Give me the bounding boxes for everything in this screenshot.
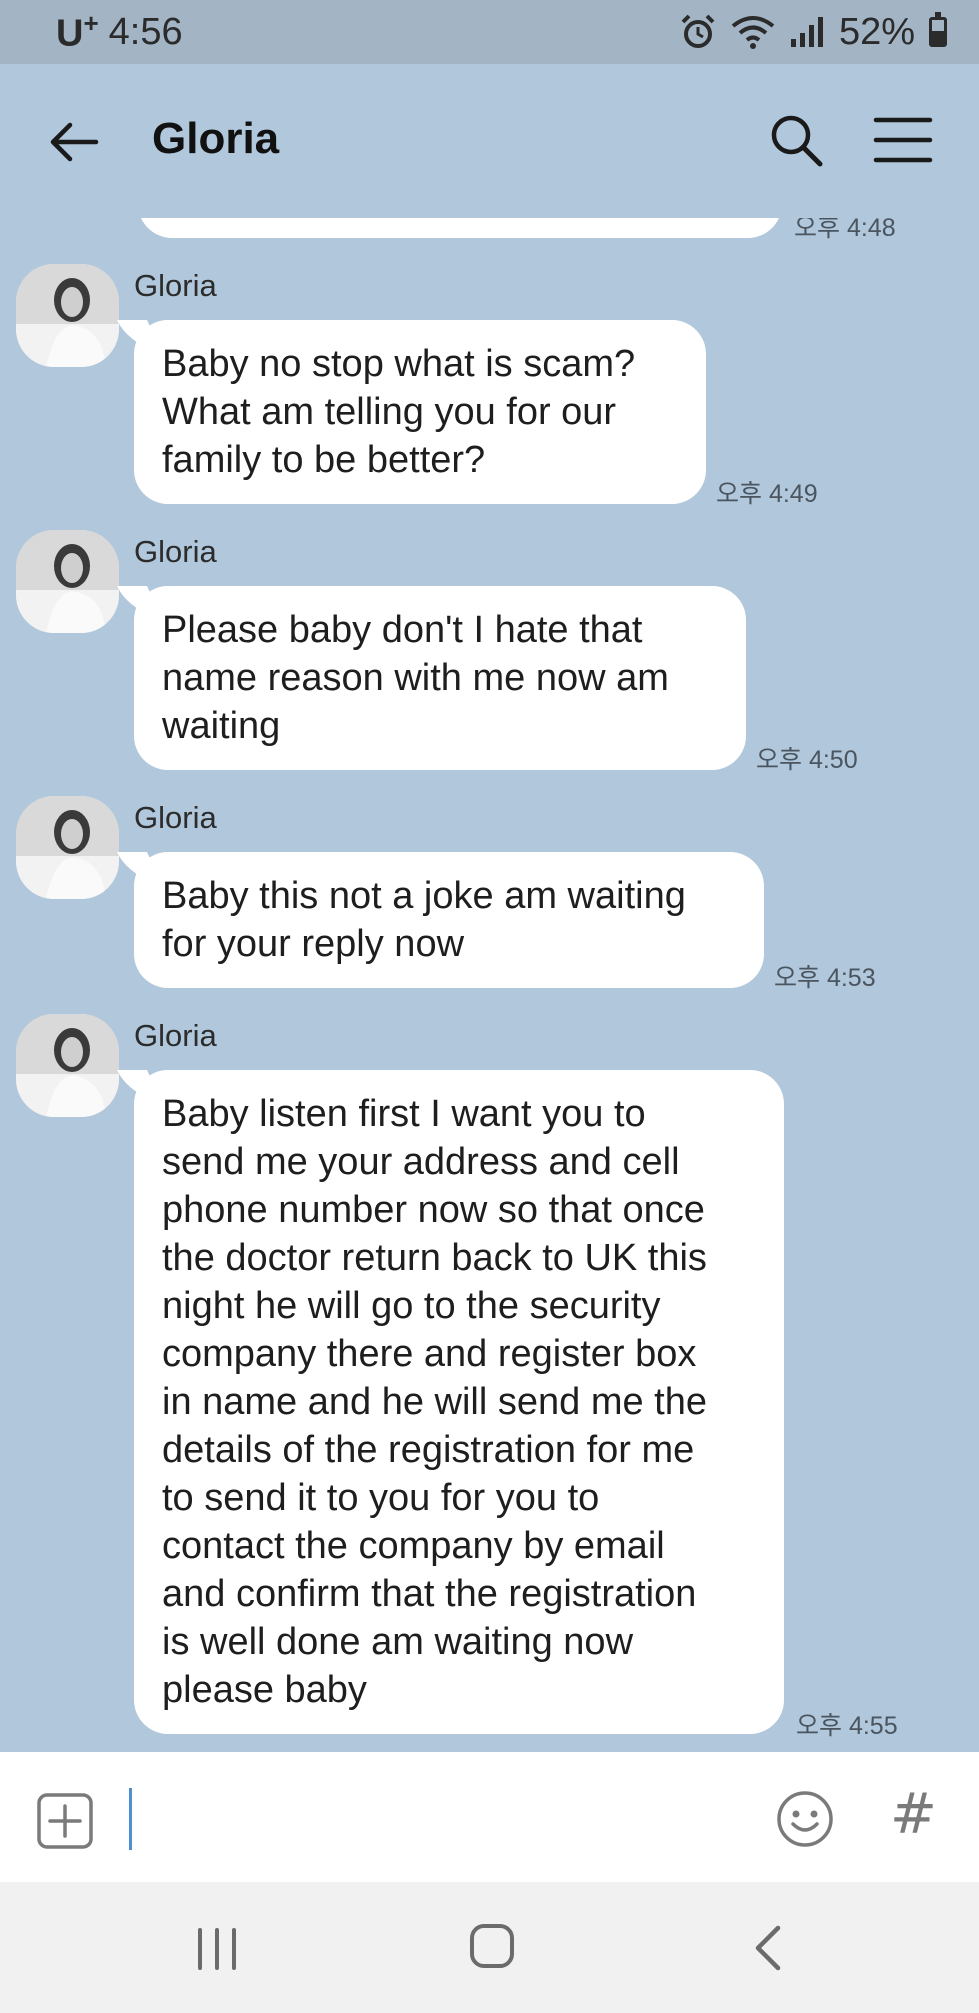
home-icon[interactable] [468,1922,516,1970]
message-time: 오후 4:50 [756,746,858,774]
message-line: What am telling you for our [162,391,617,433]
status-left: U+ 4:56 [56,8,183,56]
message-line: for your reply now [162,923,465,965]
message-line: Baby listen first I want you to [162,1093,646,1135]
message-list[interactable]: 오후 4:48 Gloria Baby no stop what is scam… [0,218,979,1752]
message-line: name reason with me now am [162,657,669,699]
chat-header: Gloria [0,64,979,218]
message-line: please baby [162,1669,367,1711]
avatar[interactable] [16,530,119,633]
message-line: details of the registration for me [162,1429,695,1471]
message-line: Please baby don't I hate that [162,609,643,651]
menu-icon[interactable] [872,114,934,166]
hashtag-icon[interactable]: # [890,1782,937,1847]
message-bubble[interactable]: Baby listen first I want you to send me … [134,1070,784,1734]
plus-icon[interactable] [36,1792,94,1850]
message-input[interactable] [140,1786,740,1852]
message-line: waiting [162,705,281,747]
status-bar: U+ 4:56 52% [0,0,979,64]
sender-name: Gloria [134,268,217,303]
message-line: the doctor return back to UK this [162,1237,707,1279]
message-bubble[interactable]: Baby no stop what is scam? What am telli… [134,320,706,504]
message-time: 오후 4:48 [794,218,896,242]
alarm-icon [681,14,715,48]
signal-icon [790,17,823,47]
avatar[interactable] [16,264,119,367]
message-line: is well done am waiting now [162,1621,634,1663]
message-line: to send it to you for you to [162,1477,600,1519]
avatar-photo [16,1014,119,1117]
chat-title: Gloria [152,114,280,163]
message-line: in name and he will send me the [162,1381,707,1423]
message-line: Baby no stop what is scam? [162,343,636,385]
avatar[interactable] [16,796,119,899]
message-line: Baby this not a joke am waiting [162,875,686,917]
message-bubble[interactable]: Please baby don't I hate that name reaso… [134,586,746,770]
system-nav-bar [0,1882,979,2013]
recent-apps-icon[interactable] [194,1926,240,1972]
avatar-photo [16,796,119,899]
text-cursor [129,1788,132,1850]
message-line: send me your address and cell [162,1141,680,1183]
status-right: 52% [679,11,947,54]
avatar-photo [16,530,119,633]
search-icon[interactable] [766,110,826,170]
message-time: 오후 4:55 [796,1712,898,1740]
avatar[interactable] [16,1014,119,1117]
message-line: contact the company by email [162,1525,665,1567]
message-bubble-partial[interactable] [138,218,782,238]
back-arrow-icon[interactable] [44,112,104,172]
avatar-photo [16,264,119,367]
carrier-label: U+ [56,8,99,55]
message-line: and confirm that the registration [162,1573,697,1615]
message-time: 오후 4:53 [774,964,876,992]
message-line: company there and register box [162,1333,697,1375]
status-time: 4:56 [108,10,183,53]
message-input-bar: # [0,1752,979,1882]
message-line: phone number now so that once [162,1189,705,1231]
message-bubble[interactable]: Baby this not a joke am waiting for your… [134,852,764,988]
sender-name: Gloria [134,800,217,835]
battery-percent: 52% [838,10,915,53]
back-icon[interactable] [750,1924,786,1972]
sender-name: Gloria [134,534,217,569]
emoji-icon[interactable] [776,1790,834,1848]
message-time: 오후 4:49 [716,480,818,508]
message-line: night he will go to the security [162,1285,661,1327]
wifi-icon [731,16,775,49]
message-line: family to be better? [162,439,486,481]
battery-icon [929,12,947,47]
sender-name: Gloria [134,1018,217,1053]
